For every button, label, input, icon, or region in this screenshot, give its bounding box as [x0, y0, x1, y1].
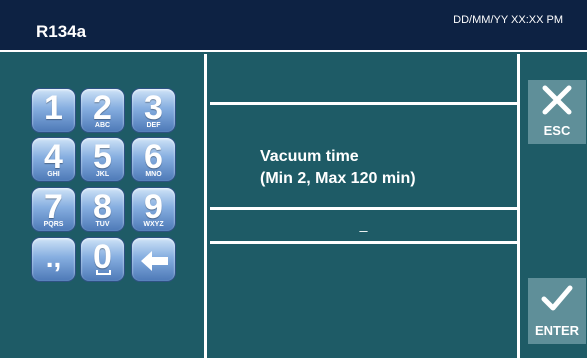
key-digit: 7: [44, 188, 63, 226]
close-icon: [542, 85, 572, 115]
key-letters: WXYZ: [143, 221, 164, 228]
divider: [210, 207, 517, 210]
key-digit: 1: [44, 89, 63, 127]
prompt-line-1: Vacuum time: [260, 148, 359, 165]
enter-button[interactable]: ENTER: [528, 278, 586, 344]
action-panel: ESC ENTER: [517, 54, 587, 358]
key-punctuation[interactable]: .,: [31, 237, 76, 282]
prompt-line-2: (Min 2, Max 120 min): [260, 170, 416, 187]
space-icon: [96, 270, 111, 275]
key-letters: DEF: [146, 122, 161, 129]
key-6[interactable]: 6 MNO: [131, 137, 176, 182]
key-digit: 5: [93, 138, 112, 176]
key-3[interactable]: 3 DEF: [131, 88, 176, 133]
key-letters: JKL: [95, 171, 110, 178]
key-7[interactable]: 7 PQRS: [31, 187, 76, 232]
key-symbol: .,: [45, 242, 62, 273]
divider: [210, 241, 517, 244]
key-digit: 8: [93, 188, 112, 226]
divider: [210, 102, 517, 105]
key-letters: ABC: [94, 122, 111, 129]
esc-label: ESC: [543, 123, 571, 138]
key-digit: 4: [44, 138, 63, 176]
key-letters: GHI: [47, 171, 60, 178]
key-5[interactable]: 5 JKL: [80, 137, 125, 182]
value-input[interactable]: _: [210, 216, 517, 240]
key-8[interactable]: 8 TUV: [80, 187, 125, 232]
key-4[interactable]: 4 GHI: [31, 137, 76, 182]
screen: R134a DD/MM/YY XX:XX PM 1 2 ABC 3 DEF 4 …: [0, 0, 587, 358]
header-bar: R134a DD/MM/YY XX:XX PM: [0, 0, 587, 52]
key-9[interactable]: 9 WXYZ: [131, 187, 176, 232]
key-letters: MNO: [145, 171, 162, 178]
key-1[interactable]: 1: [31, 88, 76, 133]
esc-button[interactable]: ESC: [528, 80, 586, 144]
arrow-left-icon: [141, 251, 168, 271]
key-digit: 0: [93, 238, 112, 276]
key-letters: TUV: [95, 221, 110, 228]
prompt-text: Vacuum time (Min 2, Max 120 min): [260, 146, 416, 190]
key-letters: PQRS: [43, 221, 64, 228]
refrigerant-title: R134a: [36, 22, 87, 41]
backspace-key[interactable]: [131, 237, 176, 282]
key-digit: 9: [144, 188, 163, 226]
input-panel: Vacuum time (Min 2, Max 120 min) _: [210, 54, 517, 358]
key-2[interactable]: 2 ABC: [80, 88, 125, 133]
key-digit: 3: [144, 89, 163, 127]
enter-label: ENTER: [534, 323, 580, 338]
key-digit: 6: [144, 138, 163, 176]
key-digit: 2: [93, 89, 112, 127]
datetime-display: DD/MM/YY XX:XX PM: [453, 14, 563, 26]
keypad-panel: 1 2 ABC 3 DEF 4 GHI 5 JKL 6 MNO 7 PQRS 8: [0, 54, 207, 358]
key-0[interactable]: 0: [80, 237, 125, 282]
checkmark-icon: [541, 285, 573, 311]
